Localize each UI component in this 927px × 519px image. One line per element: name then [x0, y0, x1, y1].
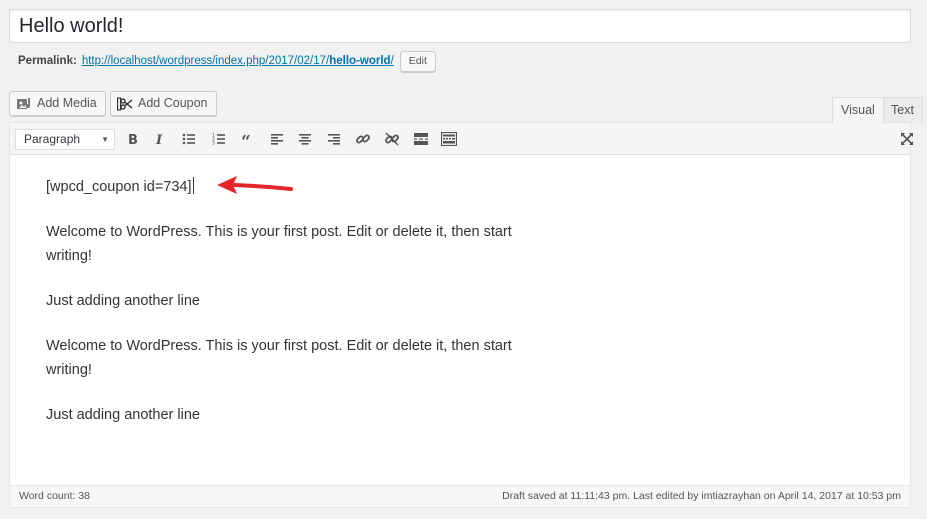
text-cursor	[192, 177, 194, 194]
add-coupon-label: Add Coupon	[138, 96, 208, 110]
add-media-label: Add Media	[37, 96, 97, 110]
permalink-row: Permalink: http://localhost/wordpress/in…	[18, 50, 436, 72]
blockquote-icon[interactable]: “	[239, 130, 257, 148]
post-title-input[interactable]: Hello world!	[9, 9, 911, 43]
add-coupon-button[interactable]: Add Coupon	[110, 91, 217, 116]
bold-icon[interactable]: B	[123, 130, 141, 148]
editor-toolbar: Paragraph ▼ B I 123 “	[10, 123, 913, 155]
svg-text:B: B	[128, 133, 138, 146]
tab-text[interactable]: Text	[882, 97, 923, 123]
content-paragraph: Just adding another line	[46, 407, 200, 423]
red-arrow-annotation	[215, 173, 293, 204]
content-paragraph: Welcome to WordPress. This is your first…	[46, 224, 512, 264]
svg-text:3: 3	[212, 141, 215, 147]
content-shortcode-line: [wpcd_coupon id=734]	[46, 175, 546, 199]
insert-link-icon[interactable]	[354, 130, 372, 148]
content-paragraph: Just adding another line	[46, 293, 200, 309]
permalink-link[interactable]: http://localhost/wordpress/index.php/201…	[82, 50, 394, 72]
numbered-list-icon[interactable]: 123	[210, 130, 228, 148]
tab-visual[interactable]: Visual	[832, 97, 884, 124]
permalink-slug: hello-world	[329, 55, 391, 67]
permalink-edit-button[interactable]: Edit	[399, 50, 436, 72]
svg-text:“: “	[241, 132, 251, 146]
chevron-down-icon: ▼	[101, 135, 109, 144]
permalink-url-tail: /	[390, 55, 394, 67]
editor-content-area[interactable]: [wpcd_coupon id=734] Welcome to WordPres…	[46, 175, 546, 448]
word-count: Word count: 38	[19, 490, 91, 502]
draft-saved-status: Draft saved at 11:11:43 pm. Last edited …	[502, 490, 901, 502]
permalink-label: Permalink:	[18, 55, 77, 67]
svg-text:I: I	[155, 133, 163, 146]
add-media-icon	[16, 96, 32, 112]
align-right-icon[interactable]	[325, 130, 343, 148]
editor-status-bar: Word count: 38 Draft saved at 11:11:43 p…	[10, 485, 910, 507]
scissors-icon	[117, 96, 133, 111]
align-left-icon[interactable]	[268, 130, 286, 148]
remove-link-icon[interactable]	[383, 130, 401, 148]
align-center-icon[interactable]	[296, 130, 314, 148]
add-media-button[interactable]: Add Media	[9, 91, 106, 116]
fullscreen-icon[interactable]	[898, 130, 916, 148]
format-select-value: Paragraph	[24, 132, 81, 146]
read-more-icon[interactable]	[412, 130, 430, 148]
italic-icon[interactable]: I	[150, 130, 168, 148]
permalink-url-base: http://localhost/wordpress/index.php/201…	[81, 55, 330, 67]
editor-container: Paragraph ▼ B I 123 “ [wpcd_coupon id=73…	[9, 122, 913, 508]
bullet-list-icon[interactable]	[180, 130, 198, 148]
content-paragraph: Welcome to WordPress. This is your first…	[46, 338, 512, 378]
toolbar-toggle-icon[interactable]	[440, 130, 458, 148]
format-select[interactable]: Paragraph ▼	[15, 129, 115, 150]
coupon-shortcode: [wpcd_coupon id=734]	[46, 179, 192, 195]
